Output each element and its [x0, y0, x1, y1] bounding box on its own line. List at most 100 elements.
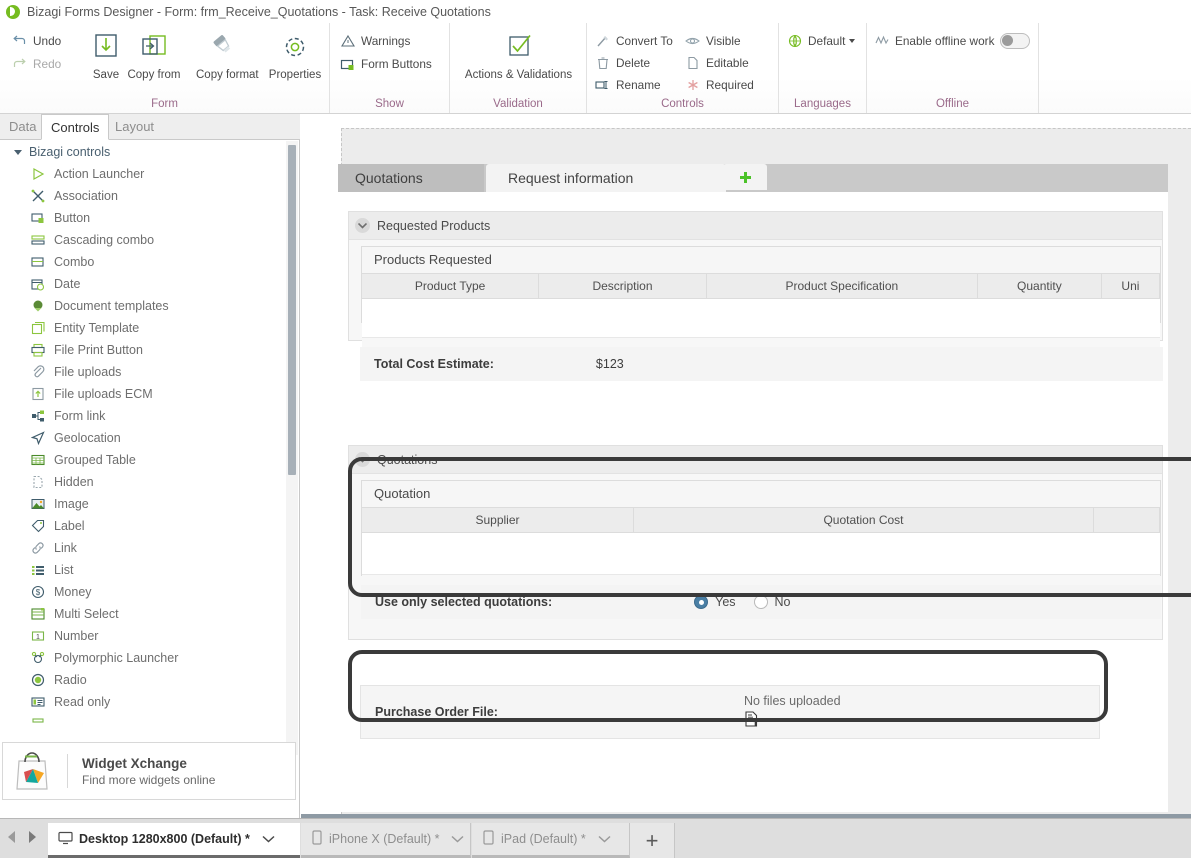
device-tab-ipad[interactable]: iPad (Default) *: [472, 823, 630, 858]
control-item-label[interactable]: Label: [0, 515, 299, 537]
ribbon-group-form: Undo Redo Save Copy from Copy format Pro…: [0, 23, 330, 113]
column-unit[interactable]: Uni: [1102, 274, 1160, 298]
device-nav-arrows[interactable]: [6, 829, 38, 848]
form-buttons-button[interactable]: Form Buttons: [340, 54, 432, 74]
redo-icon: [12, 57, 27, 72]
column-quotation-cost[interactable]: Quotation Cost: [634, 508, 1094, 532]
control-item-entity-template[interactable]: Entity Template: [0, 317, 299, 339]
control-item-file-uploads-ecm[interactable]: File uploads ECM: [0, 383, 299, 405]
copy-from-icon: [126, 29, 182, 67]
control-item-label: Read only: [54, 695, 111, 709]
enable-offline-work-toggle[interactable]: Enable offline work: [874, 31, 1031, 51]
radio-no-indicator[interactable]: [753, 595, 768, 609]
controls-list[interactable]: Bizagi controls Action Launcher Associat…: [0, 141, 299, 755]
delete-button[interactable]: Delete: [595, 53, 650, 73]
window-title: Bizagi Forms Designer - Form: frm_Receiv…: [27, 4, 491, 19]
form-tab-quotations[interactable]: Quotations: [338, 164, 484, 192]
chevron-down-icon[interactable]: [451, 832, 464, 846]
visible-button[interactable]: Visible: [685, 31, 741, 51]
device-tab-desktop-label: Desktop 1280x800 (Default) *: [79, 832, 250, 846]
actions-validations-button[interactable]: Actions & Validations: [460, 29, 577, 81]
chevron-down-icon[interactable]: [355, 452, 370, 467]
controls-group-header[interactable]: Bizagi controls: [0, 141, 299, 163]
control-item-radio[interactable]: Radio: [0, 669, 299, 691]
offline-icon: [874, 34, 889, 49]
control-item-list[interactable]: List: [0, 559, 299, 581]
warnings-button[interactable]: Warnings: [340, 31, 410, 51]
control-item-polymorphic-launcher[interactable]: Polymorphic Launcher: [0, 647, 299, 669]
grid-empty-row[interactable]: [362, 533, 1160, 575]
controls-list-scrollbar[interactable]: [286, 141, 298, 755]
copy-format-button[interactable]: Copy format: [196, 29, 259, 81]
control-item-file-print-button[interactable]: File Print Button: [0, 339, 299, 361]
column-supplier[interactable]: Supplier: [362, 508, 634, 532]
control-item-grouped-table[interactable]: Grouped Table: [0, 449, 299, 471]
required-button[interactable]: Required: [685, 75, 754, 95]
widget-xchange-promo[interactable]: Widget Xchange Find more widgets online: [2, 742, 296, 800]
scrollbar-thumb[interactable]: [288, 145, 296, 475]
toggle-switch[interactable]: [1000, 33, 1031, 49]
control-item-file-uploads[interactable]: File uploads: [0, 361, 299, 383]
chevron-right-icon[interactable]: [26, 829, 38, 848]
grid-empty-row[interactable]: [362, 299, 1160, 338]
radio-option-yes[interactable]: Yes: [694, 595, 736, 609]
copy-from-button[interactable]: Copy from: [126, 29, 182, 81]
control-item-form-link[interactable]: Form link: [0, 405, 299, 427]
control-item-multi-select[interactable]: Multi Select: [0, 603, 299, 625]
control-item-geolocation[interactable]: Geolocation: [0, 427, 299, 449]
eye-icon: [685, 34, 700, 49]
grid-header-row: Supplier Quotation Cost: [362, 507, 1160, 533]
section-header-requested-products[interactable]: Requested Products: [349, 212, 1162, 240]
rename-button[interactable]: Rename: [595, 75, 661, 95]
properties-button[interactable]: Properties: [267, 29, 323, 81]
control-item-document-templates[interactable]: Document templates: [0, 295, 299, 317]
control-item-link[interactable]: Link: [0, 537, 299, 559]
section-header-quotations[interactable]: Quotations: [349, 446, 1162, 474]
device-tab-desktop[interactable]: Desktop 1280x800 (Default) *: [48, 823, 300, 858]
column-description[interactable]: Description: [539, 274, 707, 298]
add-tab-button[interactable]: [723, 164, 767, 190]
tab-controls[interactable]: Controls: [41, 114, 110, 140]
control-item-image[interactable]: Image: [0, 493, 299, 515]
chevron-left-icon[interactable]: [6, 829, 18, 848]
control-item-cascading-combo[interactable]: Cascading combo: [0, 229, 299, 251]
money-dollar-icon: $: [30, 584, 46, 600]
add-device-tab-button[interactable]: +: [630, 823, 675, 858]
control-item-number[interactable]: 1 Number: [0, 625, 299, 647]
column-product-specification[interactable]: Product Specification: [707, 274, 978, 298]
grouped-table-icon: [30, 452, 46, 468]
control-item-button[interactable]: Button: [0, 207, 299, 229]
control-item-association[interactable]: Association: [0, 185, 299, 207]
control-item-combo[interactable]: Combo: [0, 251, 299, 273]
column-quantity[interactable]: Quantity: [978, 274, 1102, 298]
form-buttons-label: Form Buttons: [361, 57, 432, 71]
control-item-read-only[interactable]: Read only: [0, 691, 299, 713]
editable-button[interactable]: Editable: [685, 53, 749, 73]
control-item-partial[interactable]: [0, 713, 299, 735]
tag-label-icon: [30, 518, 46, 534]
column-quotation-extra[interactable]: [1094, 508, 1160, 532]
purchase-order-file-label: Purchase Order File:: [375, 705, 498, 719]
language-default-dropdown[interactable]: Default: [787, 31, 856, 51]
file-upload-icon[interactable]: [744, 710, 761, 731]
chevron-down-icon[interactable]: [355, 218, 370, 233]
undo-button[interactable]: Undo: [12, 31, 61, 51]
redo-button[interactable]: Redo: [12, 54, 61, 74]
control-item-label: Label: [54, 519, 85, 533]
radio-yes-indicator[interactable]: [694, 595, 709, 609]
convert-to-button[interactable]: Convert To: [595, 31, 673, 51]
chevron-down-icon[interactable]: [598, 832, 611, 846]
control-item-date[interactable]: Date: [0, 273, 299, 295]
form-tab-request-information[interactable]: Request information: [486, 164, 726, 192]
control-item-money[interactable]: $ Money: [0, 581, 299, 603]
control-item-hidden[interactable]: Hidden: [0, 471, 299, 493]
tab-data[interactable]: Data: [0, 114, 45, 140]
control-item-action-launcher[interactable]: Action Launcher: [0, 163, 299, 185]
radio-option-no[interactable]: No: [753, 595, 791, 609]
chevron-down-icon[interactable]: [262, 832, 275, 846]
device-tab-iphone-x[interactable]: iPhone X (Default) *: [301, 823, 471, 858]
tab-layout[interactable]: Layout: [106, 114, 163, 140]
column-product-type[interactable]: Product Type: [362, 274, 540, 298]
purchase-order-file-upload[interactable]: No files uploaded: [744, 694, 841, 731]
checkmark-box-icon: [460, 29, 577, 67]
